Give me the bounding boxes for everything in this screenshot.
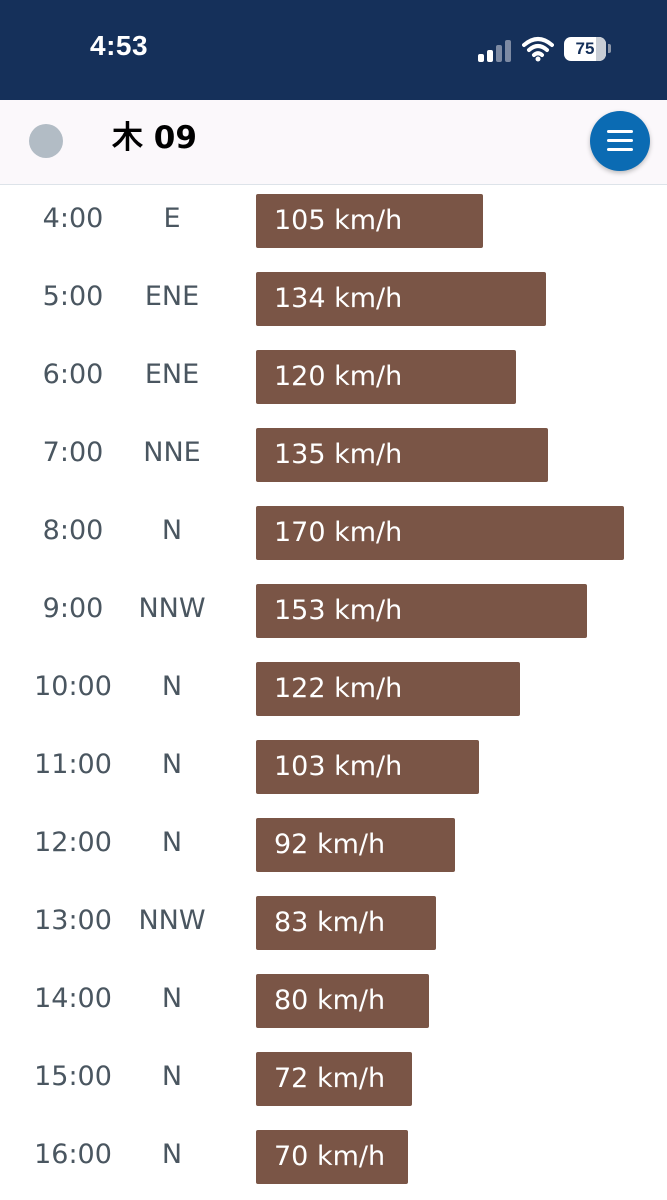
wind-direction: NNE xyxy=(143,437,201,468)
hour-label: 13:00 xyxy=(34,905,112,936)
wind-speed-bar: 80 km/h xyxy=(256,974,429,1028)
wind-speed-label: 122 km/h xyxy=(274,673,403,704)
wind-speed-label: 103 km/h xyxy=(274,751,403,782)
wind-direction: N xyxy=(161,749,183,780)
wind-direction: N xyxy=(161,515,183,546)
wind-speed-bar: 120 km/h xyxy=(256,350,516,404)
wind-speed-label: 153 km/h xyxy=(274,595,403,626)
wind-direction: N xyxy=(161,1139,183,1170)
wind-speed-label: 134 km/h xyxy=(274,283,403,314)
wind-speed-label: 80 km/h xyxy=(274,985,386,1016)
status-bar: 4:53 75 xyxy=(0,0,667,100)
hour-label: 7:00 xyxy=(42,437,104,468)
wind-direction: NNW xyxy=(138,905,206,936)
wind-row: 10:00 N 122 km/h xyxy=(0,653,667,731)
wind-speed-bar: 135 km/h xyxy=(256,428,548,482)
wind-row: 9:00 NNW 153 km/h xyxy=(0,575,667,653)
hour-label: 12:00 xyxy=(34,827,112,858)
wind-speed-bar: 70 km/h xyxy=(256,1130,408,1184)
wind-row: 12:00 N 92 km/h xyxy=(0,809,667,887)
battery-icon: 75 xyxy=(564,37,606,61)
wind-speed-bar: 83 km/h xyxy=(256,896,436,950)
wind-speed-bar: 170 km/h xyxy=(256,506,624,560)
hour-label: 14:00 xyxy=(34,983,112,1014)
hour-label: 11:00 xyxy=(34,749,112,780)
wind-speed-label: 72 km/h xyxy=(274,1063,386,1094)
hour-label: 16:00 xyxy=(34,1139,112,1170)
wind-direction: NNW xyxy=(138,593,206,624)
hamburger-menu-icon xyxy=(607,130,633,133)
wind-direction: N xyxy=(161,671,183,702)
wind-direction: N xyxy=(161,1061,183,1092)
wind-speed-bar: 105 km/h xyxy=(256,194,483,248)
wind-speed-label: 120 km/h xyxy=(274,361,403,392)
hour-label: 8:00 xyxy=(42,515,104,546)
day-title: 木 09 xyxy=(112,120,197,156)
wind-row: 5:00 ENE 134 km/h xyxy=(0,263,667,341)
wind-row: 16:00 N 70 km/h xyxy=(0,1121,667,1199)
wind-row: 11:00 N 103 km/h xyxy=(0,731,667,809)
status-time: 4:53 xyxy=(90,30,149,61)
menu-button[interactable] xyxy=(590,111,650,171)
status-dot-icon xyxy=(29,124,63,158)
wind-speed-label: 170 km/h xyxy=(274,517,403,548)
wind-speed-label: 83 km/h xyxy=(274,907,386,938)
wind-speed-bar: 92 km/h xyxy=(256,818,455,872)
wind-speed-label: 70 km/h xyxy=(274,1141,386,1172)
wind-row: 8:00 N 170 km/h xyxy=(0,497,667,575)
wind-row: 6:00 ENE 120 km/h xyxy=(0,341,667,419)
wind-row: 15:00 N 72 km/h xyxy=(0,1043,667,1121)
cellular-signal-icon xyxy=(478,38,514,62)
hour-label: 4:00 xyxy=(42,203,104,234)
battery-tip xyxy=(608,44,611,53)
wind-speed-bar: 134 km/h xyxy=(256,272,546,326)
wind-direction: E xyxy=(163,203,181,234)
wind-speed-bar: 72 km/h xyxy=(256,1052,412,1106)
app-header: 木 09 xyxy=(0,100,667,185)
wind-row: 7:00 NNE 135 km/h xyxy=(0,419,667,497)
wind-row: 14:00 N 80 km/h xyxy=(0,965,667,1043)
wind-speed-label: 92 km/h xyxy=(274,829,386,860)
wind-direction: N xyxy=(161,983,183,1014)
wind-row: 13:00 NNW 83 km/h xyxy=(0,887,667,965)
wind-speed-bar: 122 km/h xyxy=(256,662,520,716)
hour-label: 9:00 xyxy=(42,593,104,624)
battery-level: 75 xyxy=(575,39,595,58)
hour-label: 5:00 xyxy=(42,281,104,312)
wind-row: 4:00 E 105 km/h xyxy=(0,185,667,263)
wind-list: 4:00 E 105 km/h 5:00 ENE 134 km/h 6:00 ENE 120 k… xyxy=(0,185,667,1200)
wind-direction: N xyxy=(161,827,183,858)
hour-label: 10:00 xyxy=(34,671,112,702)
wind-direction: ENE xyxy=(144,359,200,390)
wind-speed-bar: 153 km/h xyxy=(256,584,587,638)
wind-direction: ENE xyxy=(144,281,200,312)
wind-speed-label: 135 km/h xyxy=(274,439,403,470)
wifi-icon xyxy=(522,37,554,62)
hour-label: 6:00 xyxy=(42,359,104,390)
wind-speed-label: 105 km/h xyxy=(274,205,403,236)
wind-speed-bar: 103 km/h xyxy=(256,740,479,794)
hour-label: 15:00 xyxy=(34,1061,112,1092)
